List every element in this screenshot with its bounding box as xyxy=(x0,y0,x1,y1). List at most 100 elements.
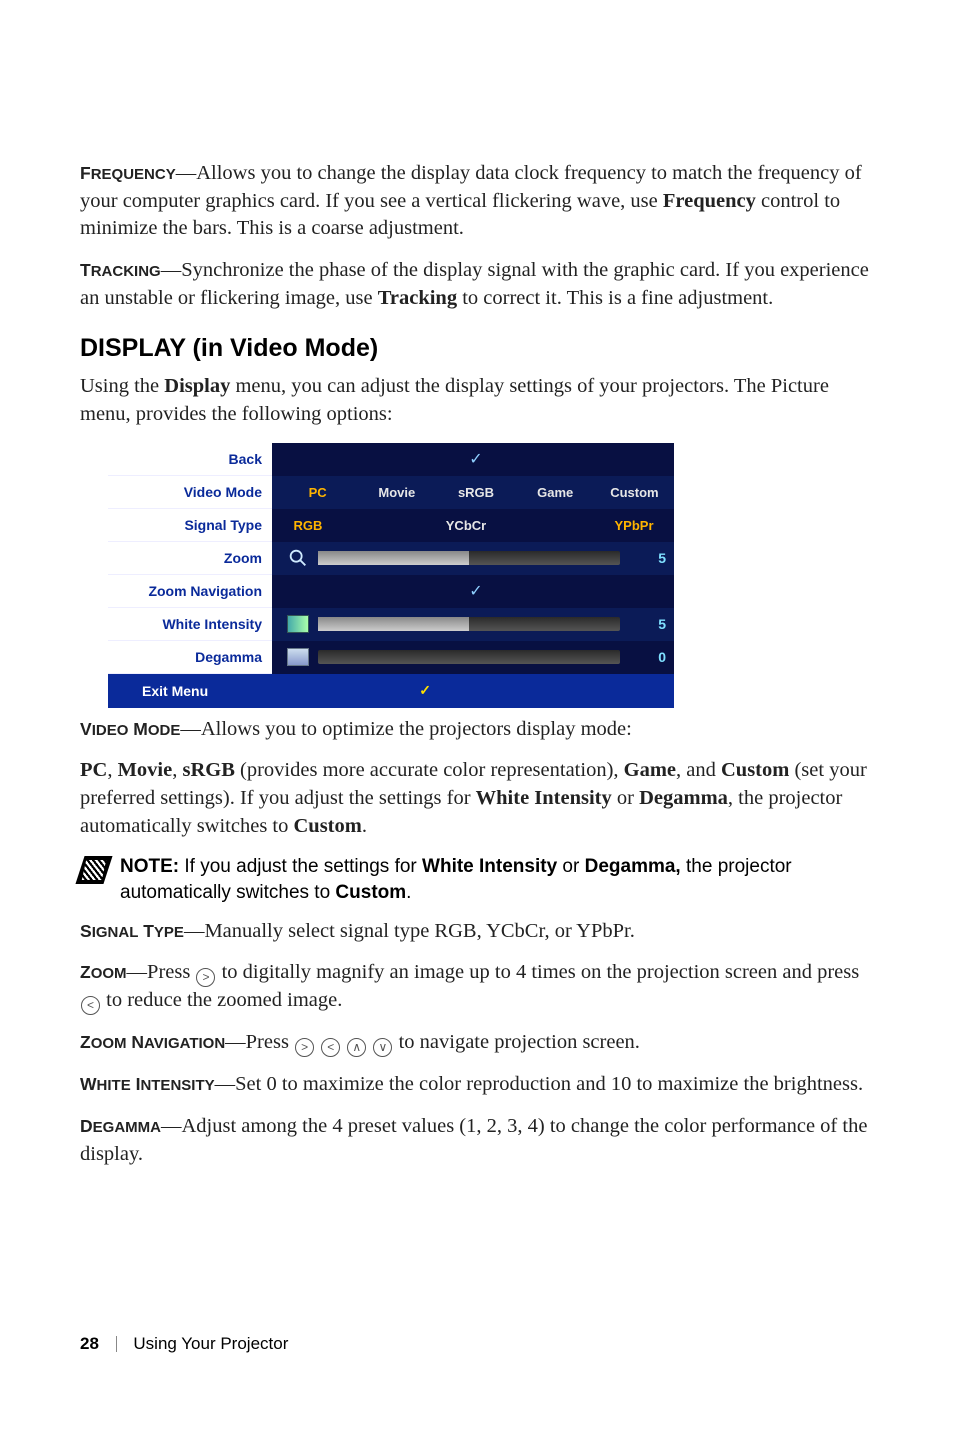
right-button-icon: > xyxy=(295,1038,314,1057)
signal-type-paragraph: SIGNAL TYPE—Manually select signal type … xyxy=(80,918,874,946)
osd-opt-game[interactable]: Game xyxy=(516,485,595,500)
osd-row-zoom: Zoom 5 xyxy=(108,542,674,575)
frequency-term-rest: REQUENCY xyxy=(91,166,176,183)
tracking-text-2: to correct it. This is a fine adjustment… xyxy=(457,287,773,309)
note-icon xyxy=(75,856,112,884)
zoom-t2: to digitally magnify an image up to 4 ti… xyxy=(216,961,859,983)
osd-label-back[interactable]: Back xyxy=(108,443,272,476)
degamma-value: 0 xyxy=(628,649,674,665)
zoom-nav-term2-r: AVIGATION xyxy=(144,1035,225,1052)
sep: — xyxy=(161,1115,182,1137)
osd-opt-rgb[interactable]: RGB xyxy=(278,518,338,533)
left-button-icon: < xyxy=(321,1038,340,1057)
zoom-nav-term: Z xyxy=(80,1032,91,1052)
osd-opt-movie[interactable]: Movie xyxy=(357,485,436,500)
opt-text1: (provides more accurate color representa… xyxy=(235,759,624,781)
opt-pc: PC xyxy=(80,759,107,781)
sep: — xyxy=(225,1031,246,1053)
video-mode-term: V xyxy=(80,719,92,739)
osd-label-zoom-nav[interactable]: Zoom Navigation xyxy=(108,575,272,608)
zoom-slider[interactable] xyxy=(318,551,620,565)
video-mode-text: Allows you to optimize the projectors di… xyxy=(201,718,632,740)
opt-movie: Movie xyxy=(118,759,173,781)
intro-bold: Display xyxy=(164,375,230,397)
osd-white-int-values: 5 xyxy=(272,608,674,641)
sep: — xyxy=(127,961,148,983)
check-icon: ✓ xyxy=(278,449,674,469)
footer-separator xyxy=(116,1336,117,1352)
frequency-bold: Frequency xyxy=(663,190,756,212)
sep: — xyxy=(184,920,205,942)
section-name: Using Your Projector xyxy=(133,1334,288,1353)
osd-exit-label: Exit Menu xyxy=(142,683,208,699)
check-icon: ✓ xyxy=(278,581,674,601)
right-button-icon: > xyxy=(196,968,215,987)
zoom-nav-term-r: OOM xyxy=(91,1035,127,1052)
osd-video-mode-values: PC Movie sRGB Game Custom xyxy=(272,476,674,509)
note-b2: Degamma, xyxy=(585,856,681,877)
opt-srgb: sRGB xyxy=(182,759,234,781)
osd-label-zoom[interactable]: Zoom xyxy=(108,542,272,575)
white-intensity-slider[interactable] xyxy=(318,617,620,631)
osd-opt-ycbcr[interactable]: YCbCr xyxy=(338,518,594,533)
osd-back-value: ✓ xyxy=(272,443,674,476)
osd-signal-type-values: RGB YCbCr YPbPr xyxy=(272,509,674,542)
sep: — xyxy=(176,162,197,184)
tracking-term-rest: RACKING xyxy=(91,263,161,280)
osd-row-degamma: Degamma 0 xyxy=(108,641,674,674)
sep: — xyxy=(180,718,201,740)
osd-label-signal-type[interactable]: Signal Type xyxy=(108,509,272,542)
signal-type-text: Manually select signal type RGB, YCbCr, … xyxy=(204,920,634,942)
zoom-nav-t2: to navigate projection screen. xyxy=(393,1031,639,1053)
tracking-bold: Tracking xyxy=(378,287,457,309)
osd-opt-ypbpr[interactable]: YPbPr xyxy=(594,518,674,533)
frequency-term: F xyxy=(80,163,91,183)
note-text: NOTE: If you adjust the settings for Whi… xyxy=(120,854,874,905)
up-button-icon: ∧ xyxy=(347,1038,366,1057)
degamma-term-r: EGAMMA xyxy=(93,1119,161,1136)
osd-opt-pc[interactable]: PC xyxy=(278,485,357,500)
white-intensity-value: 5 xyxy=(628,616,674,632)
page-number: 28 xyxy=(80,1334,99,1353)
osd-zoom-values: 5 xyxy=(272,542,674,575)
signal-type-term2-r: YPE xyxy=(154,924,184,941)
intro-paragraph: Using the Display menu, you can adjust t… xyxy=(80,373,874,428)
white-int-text: Set 0 to maximize the color reproduction… xyxy=(235,1073,863,1095)
sep: — xyxy=(215,1073,236,1095)
down-button-icon: ∨ xyxy=(373,1038,392,1057)
osd-label-white-intensity[interactable]: White Intensity xyxy=(108,608,272,641)
osd-label-video-mode[interactable]: Video Mode xyxy=(108,476,272,509)
zoom-term-r: OOM xyxy=(91,965,127,982)
degamma-slider[interactable] xyxy=(318,650,620,664)
osd-exit-menu[interactable]: Exit Menu ✓ xyxy=(108,674,674,708)
opt-text3: or xyxy=(612,787,639,809)
opt-custom: Custom xyxy=(721,759,789,781)
magnify-icon xyxy=(278,547,318,569)
tracking-term-first: T xyxy=(80,260,91,280)
note-block: NOTE: If you adjust the settings for Whi… xyxy=(80,854,874,905)
note-t2: or xyxy=(557,856,584,877)
video-mode-paragraph: VIDEO MODE—Allows you to optimize the pr… xyxy=(80,716,874,744)
opt-custom2: Custom xyxy=(294,815,362,837)
note-b1: White Intensity xyxy=(422,856,557,877)
osd-row-white-intensity: White Intensity 5 xyxy=(108,608,674,641)
osd-label-degamma[interactable]: Degamma xyxy=(108,641,272,674)
zoom-paragraph: ZOOM—Press > to digitally magnify an ima… xyxy=(80,959,874,1015)
sep-comma: , xyxy=(107,759,117,781)
note-t4: . xyxy=(406,882,411,903)
osd-opt-srgb[interactable]: sRGB xyxy=(436,485,515,500)
opt-game: Game xyxy=(624,759,676,781)
osd-opt-custom[interactable]: Custom xyxy=(595,485,674,500)
degamma-text: Adjust among the 4 preset values (1, 2, … xyxy=(80,1115,867,1165)
osd-row-zoom-nav: Zoom Navigation ✓ xyxy=(108,575,674,608)
osd-row-back: Back ✓ xyxy=(108,443,674,476)
white-int-term2-r: NTENSITY xyxy=(140,1077,214,1094)
degamma-term: D xyxy=(80,1116,93,1136)
zoom-navigation-paragraph: ZOOM NAVIGATION—Press > < ∧ ∨ to navigat… xyxy=(80,1029,874,1057)
note-b3: Custom xyxy=(335,882,406,903)
osd-zoom-nav-value: ✓ xyxy=(272,575,674,608)
zoom-term: Z xyxy=(80,962,91,982)
page-footer: 28 Using Your Projector xyxy=(80,1334,288,1354)
note-label: NOTE: xyxy=(120,856,179,877)
white-intensity-paragraph: WHITE INTENSITY—Set 0 to maximize the co… xyxy=(80,1071,874,1099)
